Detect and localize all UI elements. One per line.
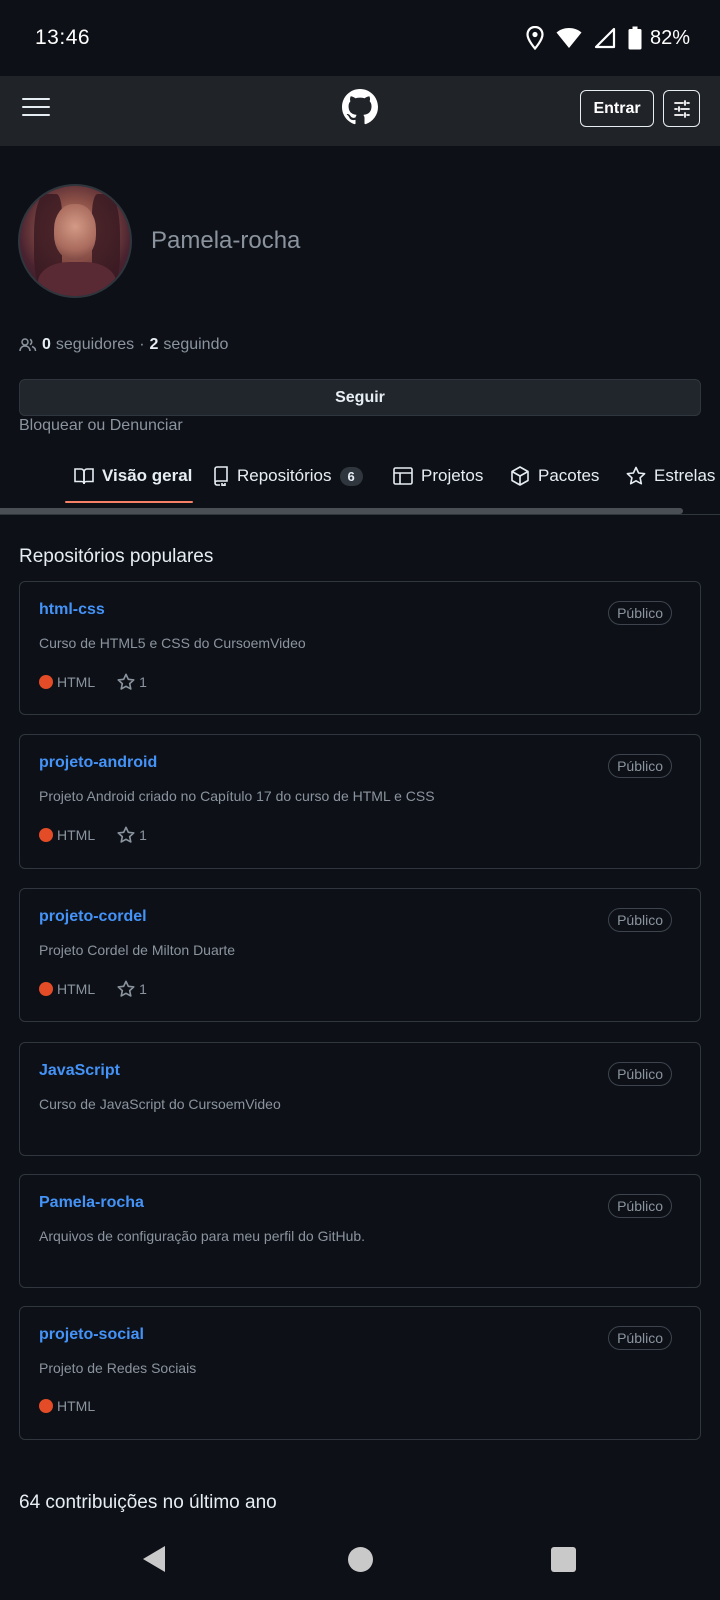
repo-card: projeto-social Público Projeto de Redes … [19,1306,701,1440]
signal-icon [594,27,616,49]
repo-meta: HTML 1 [39,673,147,691]
system-nav-bar [0,1520,720,1600]
sliders-icon [673,99,690,118]
visibility-badge: Público [608,908,672,932]
repo-count-badge: 6 [339,466,363,486]
following-label[interactable]: seguindo [163,336,228,354]
visibility-badge: Público [608,601,672,625]
repo-meta: HTML 1 [39,826,147,844]
star-count: 1 [139,827,147,843]
location-icon [526,26,544,50]
scrollbar-thumb[interactable] [0,508,683,514]
profile-username: Pamela-rocha [151,227,301,254]
repo-stars[interactable]: 1 [117,980,147,998]
star-count: 1 [139,674,147,690]
repo-description: Projeto Android criado no Capítulo 17 do… [39,788,435,804]
tab-projects[interactable]: Projetos [393,448,483,504]
repo-stars[interactable]: 1 [117,673,147,691]
repo-card: Pamela-rocha Público Arquivos de configu… [19,1174,701,1288]
visibility-badge: Público [608,1062,672,1086]
repo-name-link[interactable]: html-css [39,601,105,619]
follow-button[interactable]: Seguir [19,379,701,416]
tab-label: Visão geral [102,466,193,485]
separator: · [139,336,145,353]
repo-description: Arquivos de configuração para meu perfil… [39,1228,366,1244]
repo-language: HTML [57,827,96,843]
battery-icon [628,26,642,50]
repo-icon [214,466,228,486]
tab-label: Repositórios [237,466,332,485]
star-icon [626,466,646,485]
repo-name-link[interactable]: projeto-social [39,1326,144,1344]
app-header: Entrar [0,76,720,146]
star-count: 1 [139,981,147,997]
section-title: Repositórios populares [19,546,214,567]
package-icon [511,466,529,486]
tabs-scrollbar[interactable] [0,508,720,515]
tab-overview[interactable]: Visão geral [74,448,192,504]
repo-card: html-css Público Curso de HTML5 e CSS do… [19,581,701,715]
star-icon [117,980,135,997]
active-tab-indicator [65,501,193,503]
tab-stars[interactable]: Estrelas [626,448,715,504]
repo-name-link[interactable]: JavaScript [39,1062,120,1080]
repo-stars[interactable]: 1 [117,826,147,844]
repo-language: HTML [57,674,96,690]
home-icon[interactable] [348,1547,373,1572]
avatar[interactable] [18,184,132,298]
back-icon[interactable] [141,1544,167,1574]
repo-meta: HTML 1 [39,980,147,998]
followers-row: 0 seguidores · 2 seguindo [19,336,228,354]
menu-icon[interactable] [22,98,50,120]
repo-description: Curso de HTML5 e CSS do CursoemVideo [39,635,306,651]
repo-description: Projeto Cordel de Milton Duarte [39,942,236,958]
tab-label: Projetos [421,466,484,485]
tab-label: Estrelas [654,466,716,485]
star-icon [117,673,135,690]
language-color-dot [39,828,53,842]
status-icons: 82% [526,24,690,52]
repo-name-link[interactable]: Pamela-rocha [39,1194,144,1212]
recents-icon[interactable] [551,1547,576,1572]
repo-name-link[interactable]: projeto-android [39,754,157,772]
status-time: 13:46 [35,26,91,49]
tab-label: Pacotes [538,466,600,485]
repo-card: JavaScript Público Curso de JavaScript d… [19,1042,701,1156]
block-report-link[interactable]: Bloquear ou Denunciar [19,417,183,435]
repo-language: HTML [57,1398,96,1414]
star-icon [117,826,135,843]
tab-repositories[interactable]: Repositórios 6 [213,448,363,504]
repo-meta: HTML [39,1398,95,1414]
repo-language: HTML [57,981,96,997]
followers-count[interactable]: 0 [42,336,51,354]
people-icon [19,338,37,352]
book-icon [74,468,94,485]
visibility-badge: Público [608,754,672,778]
login-button[interactable]: Entrar [580,90,654,127]
language-color-dot [39,1399,53,1413]
contributions-heading: 64 contribuições no último ano [19,1492,277,1513]
repo-description: Curso de JavaScript do CursoemVideo [39,1096,281,1112]
repo-card: projeto-android Público Projeto Android … [19,734,701,869]
battery-percent: 82% [649,26,690,49]
profile-tabs: Visão geral Repositórios 6 Projetos Paco… [0,448,720,506]
repo-name-link[interactable]: projeto-cordel [39,908,147,926]
tab-packages[interactable]: Pacotes [510,448,599,504]
visibility-badge: Público [608,1194,672,1218]
visibility-badge: Público [608,1326,672,1350]
language-color-dot [39,675,53,689]
github-logo-icon[interactable] [342,89,378,125]
status-bar: 13:46 82% [0,0,720,76]
repo-card: projeto-cordel Público Projeto Cordel de… [19,888,701,1022]
wifi-icon [556,28,582,48]
table-icon [393,467,413,485]
repo-description: Projeto de Redes Sociais [39,1360,197,1376]
followers-label[interactable]: seguidores [56,336,134,354]
settings-button[interactable] [663,90,700,127]
language-color-dot [39,982,53,996]
following-count[interactable]: 2 [150,336,159,354]
